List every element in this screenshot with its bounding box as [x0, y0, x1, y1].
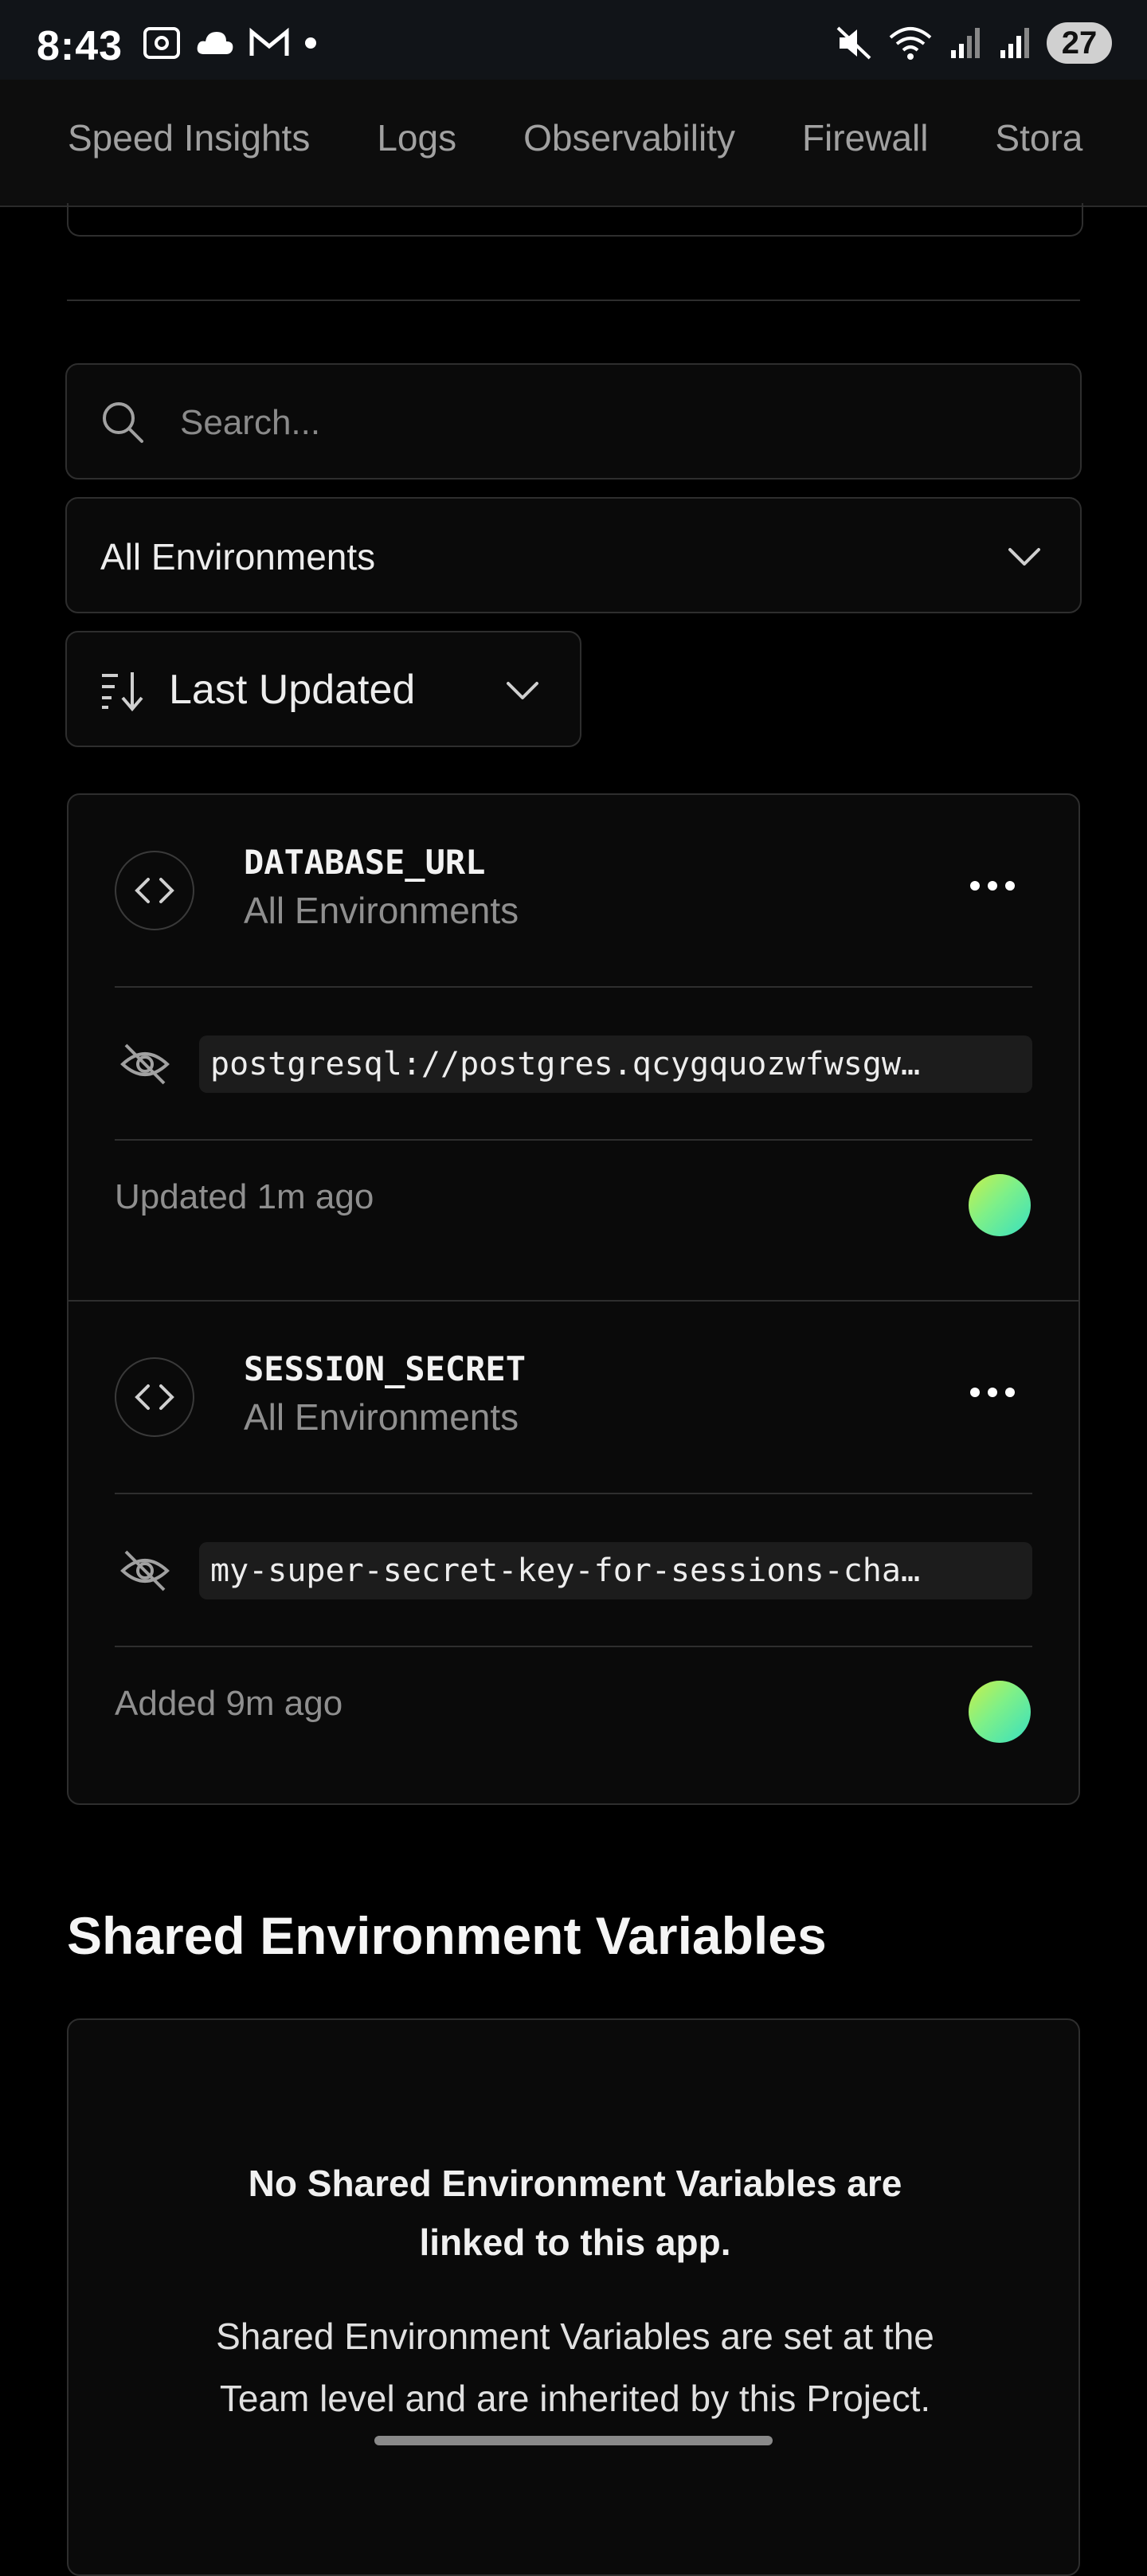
env-var-key[interactable]: SESSION_SECRET: [244, 1349, 526, 1388]
eye-off-icon[interactable]: [119, 1040, 170, 1088]
tab-observability[interactable]: Observability: [523, 116, 735, 159]
cloud-icon: [197, 32, 233, 54]
previous-card-edge: [67, 203, 1083, 237]
code-icon: [115, 1357, 194, 1437]
status-bar: 8:43 27: [0, 0, 1147, 80]
dot-icon: [305, 37, 316, 49]
environment-select-value: All Environments: [100, 536, 376, 577]
env-var-timestamp: Added 9m ago: [115, 1684, 343, 1723]
tab-partial-left[interactable]: s: [0, 116, 1, 159]
mute-icon: [836, 26, 871, 60]
code-icon: [115, 851, 194, 930]
row-separator: [115, 1139, 1032, 1141]
sort-icon: [102, 672, 143, 712]
empty-state-description: Shared Environment Variables are set at …: [216, 2316, 934, 2419]
env-var-environment: All Environments: [244, 890, 519, 931]
chevron-down-icon: [507, 682, 538, 699]
avatar: [969, 1174, 1031, 1236]
tab-speed-insights[interactable]: Speed Insights: [68, 116, 310, 159]
status-right-icons: 27: [835, 22, 1112, 64]
section-divider: [67, 299, 1080, 301]
gmail-icon: [249, 27, 289, 56]
env-var-value-text: my-super-secret-key-for-sessions-cha…: [210, 1552, 921, 1589]
chevron-down-icon: [1008, 548, 1040, 566]
wifi-icon: [889, 27, 932, 60]
tab-logs[interactable]: Logs: [377, 116, 456, 159]
signal-icon: [951, 28, 980, 58]
more-options-button[interactable]: [970, 1388, 1015, 1397]
tab-firewall[interactable]: Firewall: [802, 116, 928, 159]
section-title: Shared Environment Variables: [67, 1906, 827, 1965]
avatar: [969, 1681, 1031, 1743]
env-var-timestamp: Updated 1m ago: [115, 1177, 374, 1216]
env-var-item: SESSION_SECRET All Environments my-super…: [69, 1300, 1078, 1803]
status-left-icons: [142, 24, 319, 62]
env-var-list: DATABASE_URL All Environments postgresql…: [67, 793, 1080, 1805]
empty-state-card: No Shared Environment Variables are link…: [67, 2018, 1080, 2576]
sort-select-value: Last Updated: [169, 667, 416, 713]
status-time: 8:43: [37, 23, 123, 69]
env-var-item: DATABASE_URL All Environments postgresql…: [69, 795, 1078, 1300]
search-input[interactable]: Search...: [65, 363, 1082, 480]
empty-state-heading: No Shared Environment Variables are link…: [248, 2163, 902, 2263]
signal-icon: [1000, 28, 1029, 58]
nav-tabs: s Speed Insights Logs Observability Fire…: [0, 116, 1147, 159]
row-separator: [115, 1646, 1032, 1647]
row-separator: [115, 986, 1032, 988]
more-options-button[interactable]: [970, 881, 1015, 891]
home-indicator[interactable]: [374, 2436, 773, 2445]
env-var-key[interactable]: DATABASE_URL: [244, 843, 485, 882]
row-separator: [115, 1493, 1032, 1494]
search-icon: [103, 402, 143, 443]
sort-select[interactable]: Last Updated: [65, 631, 581, 747]
env-var-environment: All Environments: [244, 1396, 519, 1438]
project-nav: s Speed Insights Logs Observability Fire…: [0, 80, 1147, 207]
env-var-value-text: postgresql://postgres.qcygquozwfwsgw…: [210, 1046, 921, 1082]
tab-storage[interactable]: Stora: [995, 116, 1082, 159]
eye-off-icon[interactable]: [119, 1547, 170, 1595]
env-var-value[interactable]: my-super-secret-key-for-sessions-cha…: [199, 1542, 1032, 1599]
search-placeholder: Search...: [180, 403, 321, 442]
screenshot-icon: [143, 27, 180, 59]
env-var-value[interactable]: postgresql://postgres.qcygquozwfwsgw…: [199, 1035, 1032, 1093]
environment-select[interactable]: All Environments: [65, 497, 1082, 613]
battery-indicator: 27: [1047, 22, 1112, 64]
